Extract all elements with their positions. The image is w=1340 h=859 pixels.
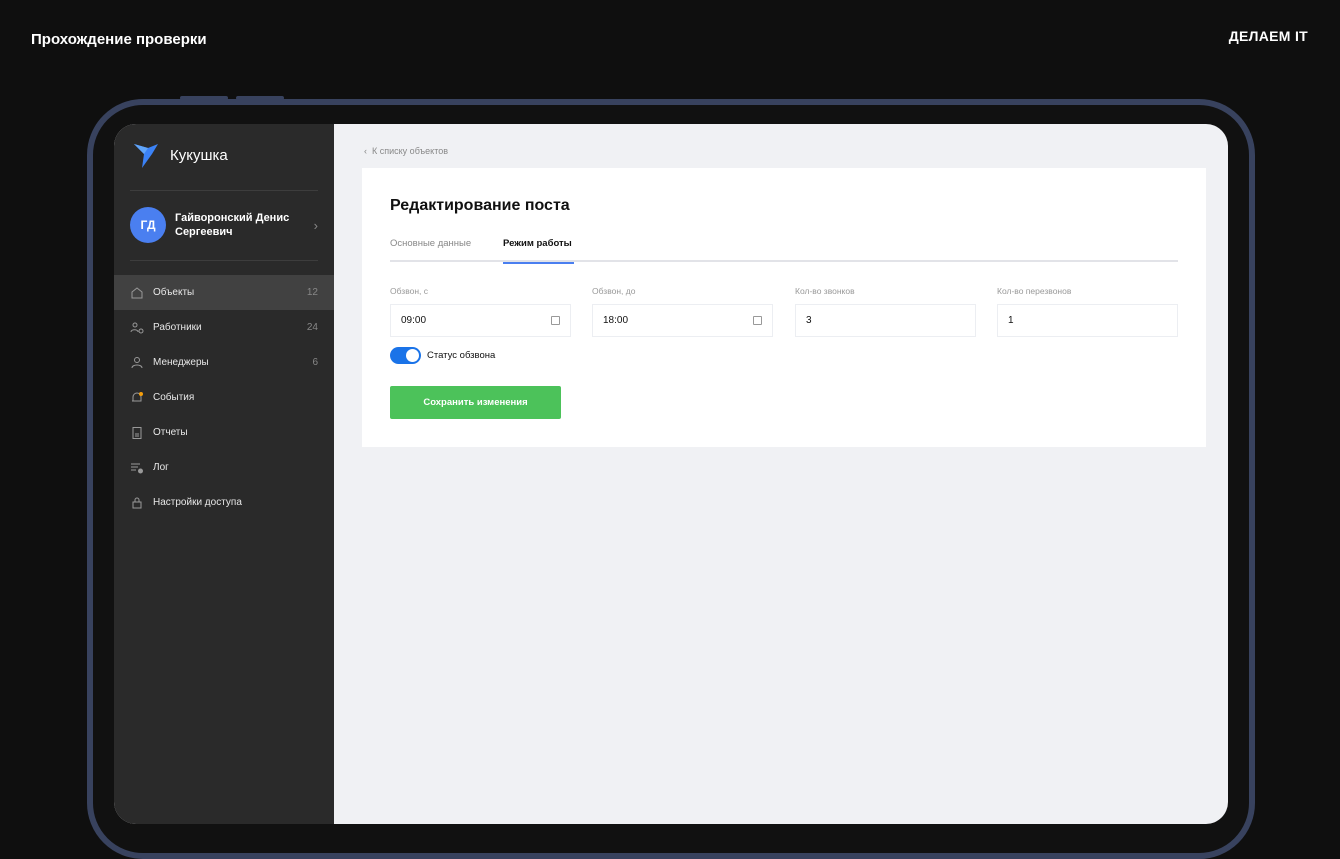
chevron-right-icon: › bbox=[313, 217, 318, 233]
workers-icon bbox=[130, 322, 144, 333]
tabs: Основные данные Режим работы bbox=[390, 236, 1178, 264]
calendar-icon[interactable] bbox=[551, 316, 560, 325]
sidebar-item-objects[interactable]: Объекты 12 bbox=[114, 275, 334, 310]
calendar-icon[interactable] bbox=[753, 316, 762, 325]
toggle-switch[interactable] bbox=[390, 347, 421, 364]
page-title: Редактирование поста bbox=[390, 197, 570, 214]
recalls-count-input[interactable]: 1 bbox=[997, 304, 1178, 337]
call-to-input[interactable]: 18:00 bbox=[592, 304, 773, 337]
user-icon bbox=[131, 356, 143, 368]
avatar: ГД bbox=[130, 207, 166, 243]
sidebar-item-log[interactable]: Лог bbox=[114, 450, 334, 485]
user-name: Гайворонский Денис Сергеевич bbox=[175, 212, 290, 238]
sidebar-item-reports[interactable]: Отчеты bbox=[114, 415, 334, 450]
edit-card: Редактирование поста Основные данные Реж… bbox=[362, 168, 1206, 447]
tab-basic-data[interactable]: Основные данные bbox=[390, 238, 471, 262]
app-name: Кукушка bbox=[170, 146, 228, 164]
call-from-input[interactable]: 09:00 bbox=[390, 304, 571, 337]
call-from-field: Обзвон, с 09:00 bbox=[390, 286, 571, 337]
app-screen: Кукушка ГД Гайворонский Денис Сергеевич … bbox=[114, 124, 1228, 824]
divider bbox=[130, 190, 318, 191]
tab-work-mode[interactable]: Режим работы bbox=[503, 238, 574, 264]
sidebar-nav: Объекты 12 Работники 24 Менеджеры 6 События… bbox=[114, 275, 334, 520]
slide-title: Прохождение проверки bbox=[31, 31, 207, 48]
calls-count-field: Кол-во звонков 3 bbox=[795, 286, 976, 337]
lock-icon bbox=[132, 497, 142, 508]
back-link[interactable]: ‹ К списку объектов bbox=[364, 146, 448, 156]
bird-logo-icon bbox=[134, 144, 158, 168]
sidebar-item-access[interactable]: Настройки доступа bbox=[114, 485, 334, 520]
divider bbox=[130, 260, 318, 261]
brand-logo: ДЕЛАЕМ IT bbox=[1228, 28, 1308, 44]
bell-icon bbox=[132, 391, 143, 401]
log-icon bbox=[131, 463, 143, 473]
sidebar-item-workers[interactable]: Работники 24 bbox=[114, 310, 334, 345]
save-button[interactable]: Сохранить изменения bbox=[390, 386, 561, 419]
call-to-field: Обзвон, до 18:00 bbox=[592, 286, 773, 337]
app-logo[interactable]: Кукушка bbox=[134, 142, 228, 168]
sidebar-item-events[interactable]: События bbox=[114, 380, 334, 415]
sidebar: Кукушка ГД Гайворонский Денис Сергеевич … bbox=[114, 124, 334, 824]
calls-count-input[interactable]: 3 bbox=[795, 304, 976, 337]
document-icon bbox=[132, 426, 142, 439]
call-status-toggle[interactable]: Статус обзвона bbox=[390, 347, 495, 364]
recalls-count-field: Кол-во перезвонов 1 bbox=[997, 286, 1178, 337]
main-content: ‹ К списку объектов Редактирование поста… bbox=[334, 124, 1228, 824]
sidebar-item-managers[interactable]: Менеджеры 6 bbox=[114, 345, 334, 380]
home-icon bbox=[131, 286, 143, 298]
chevron-left-icon: ‹ bbox=[364, 146, 372, 156]
user-profile[interactable]: ГД Гайворонский Денис Сергеевич › bbox=[130, 207, 318, 243]
